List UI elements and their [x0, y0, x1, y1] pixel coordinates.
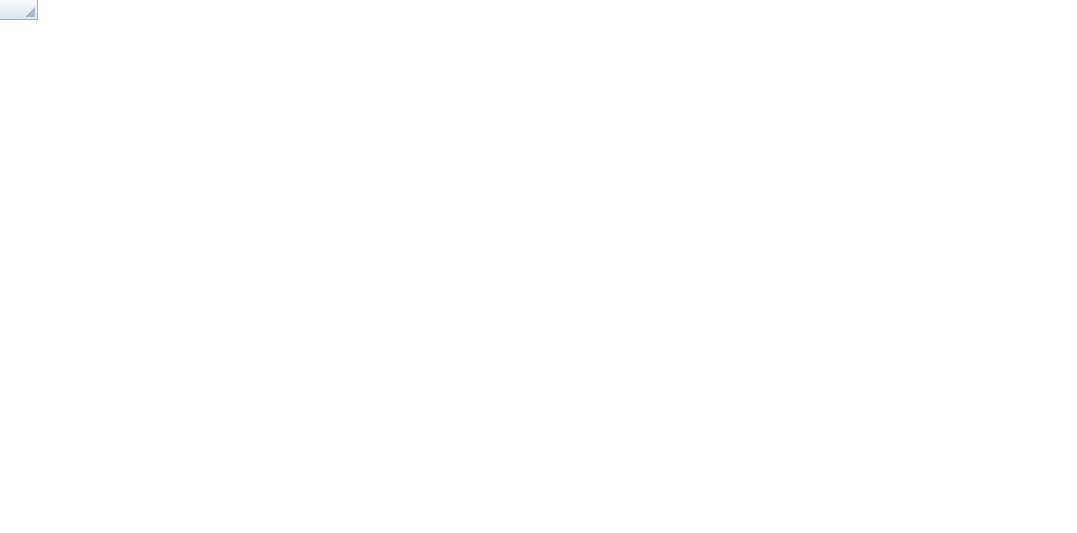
corner-triangle-icon: [25, 7, 35, 17]
spreadsheet-grid: [0, 0, 1077, 533]
cells-area[interactable]: [38, 20, 1077, 533]
select-all-corner[interactable]: [0, 0, 38, 20]
